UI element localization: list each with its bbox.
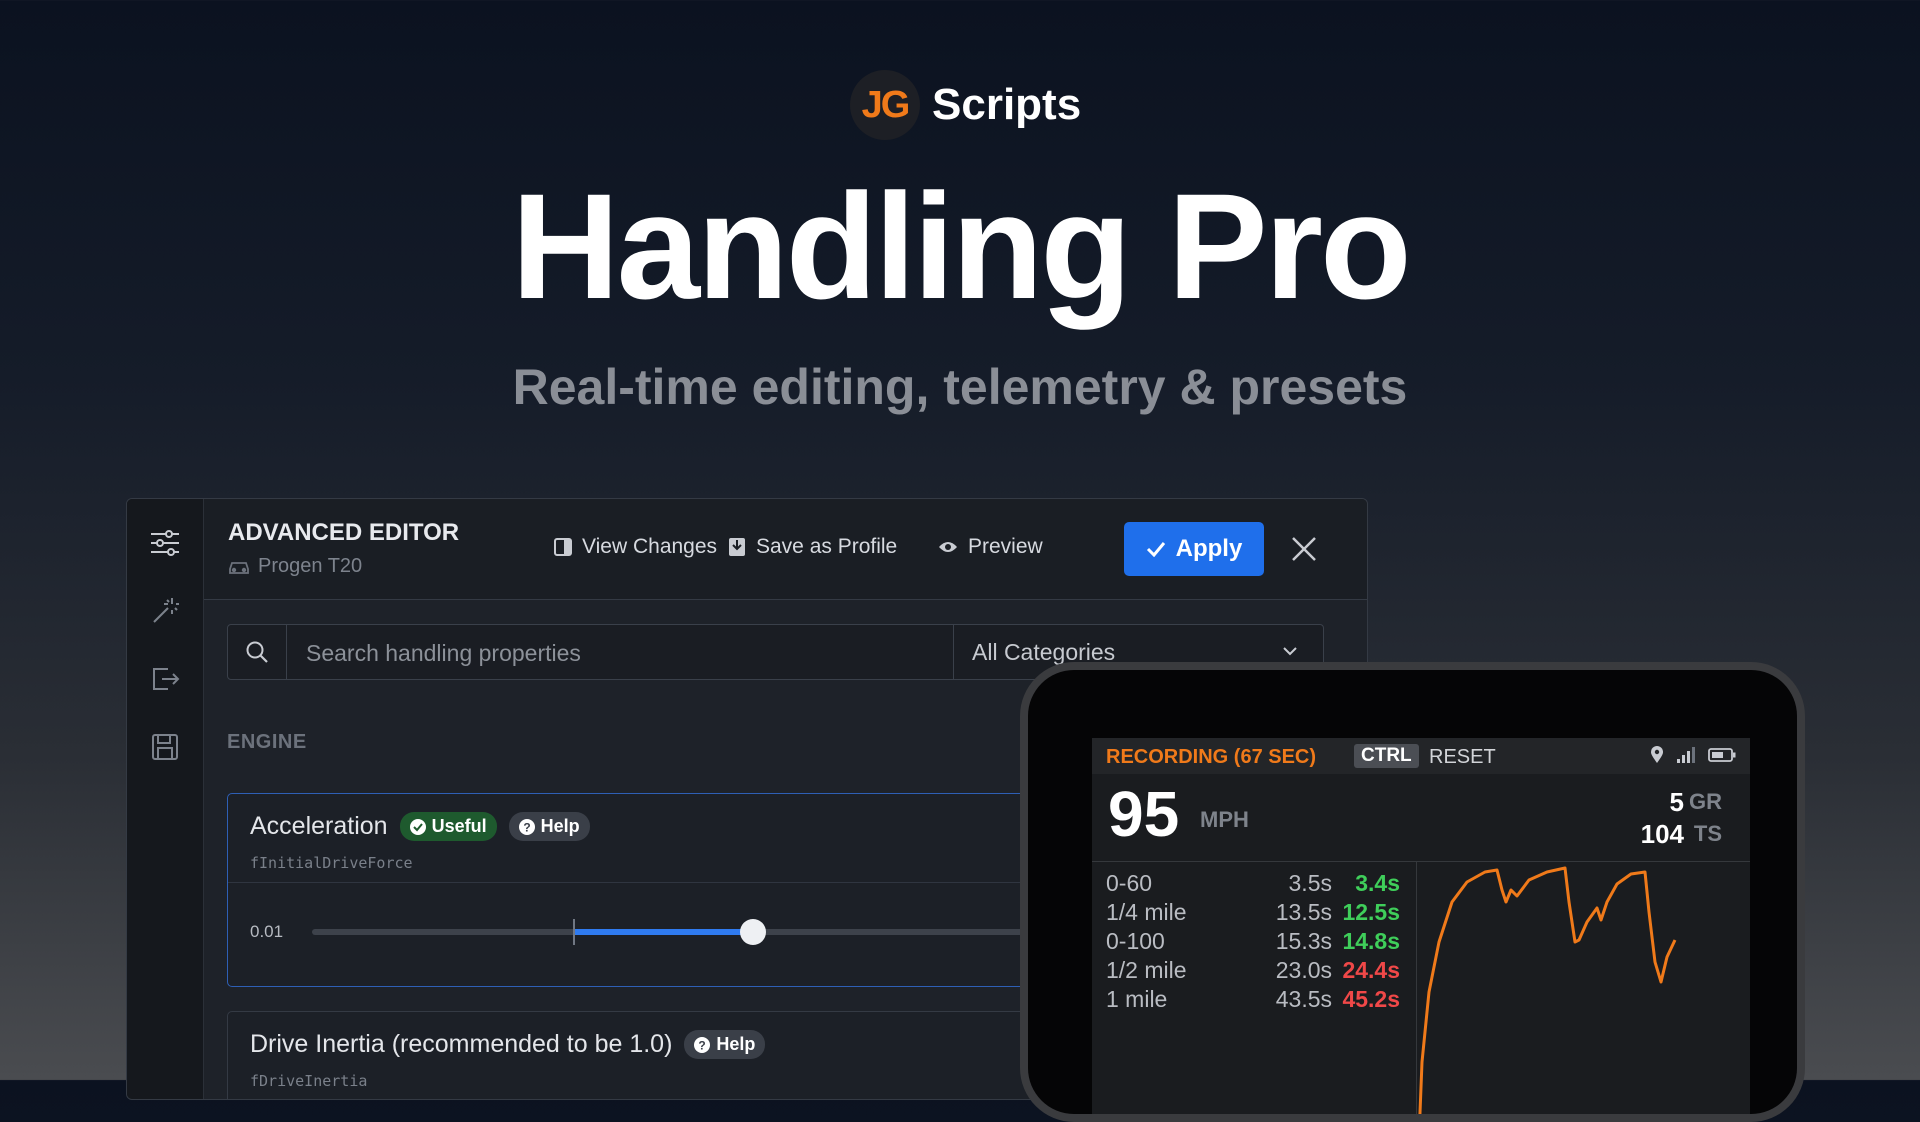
default-value-marker [573,919,575,945]
slider-thumb[interactable] [740,919,766,945]
help-badge-label: Help [540,816,580,836]
split-time-row: 1 mile 43.5s 45.2s [1106,986,1406,1018]
svg-text:?: ? [523,820,530,834]
eye-icon [939,542,957,552]
editor-header: ADVANCED EDITOR Progen T20 View Changes … [204,499,1367,600]
property-name: Drive Inertia (recommended to be 1.0) [250,1030,673,1058]
car-icon [229,561,249,574]
close-button[interactable] [1284,529,1324,569]
logo-mark-text: JG [861,83,911,126]
split-current-time: 12.5s [1342,899,1400,925]
section-heading: ENGINE [227,731,307,753]
split-times-list: 0-60 3.5s 3.4s 1/4 mile 13.5s 12.5s 0-100 15.3s… [1092,862,1417,1114]
split-reference-time: 3.5s [1288,870,1332,896]
speed-value: 95 [1108,778,1180,850]
split-label: 1/4 mile [1106,899,1187,925]
speed-trace-graph [1418,866,1677,1114]
vehicle-label: Progen T20 [228,555,362,578]
sliders-icon[interactable] [147,525,183,561]
brand-name: Scripts [932,80,1082,129]
help-badge[interactable]: ? Help [684,1030,766,1059]
device-bezel: RECORDING (67 SEC) CTRL RESET 95 MPH 5 G… [1028,670,1797,1114]
editor-title: ADVANCED EDITOR [228,519,460,546]
status-icons [1650,746,1736,764]
telemetry-screen: RECORDING (67 SEC) CTRL RESET 95 MPH 5 G… [1092,738,1750,1114]
property-title: Drive Inertia (recommended to be 1.0) ? … [250,1030,766,1059]
split-label: 0-100 [1106,928,1165,954]
property-name: Acceleration [250,812,388,840]
top-speed-label: TS [1693,821,1722,846]
useful-badge-label: Useful [431,816,487,836]
top-speed-value: 104 [1640,819,1684,849]
question-icon: ? [694,1036,711,1053]
check-circle-icon [409,818,426,835]
export-icon[interactable] [147,661,183,697]
split-reference-time: 15.3s [1275,928,1332,954]
help-badge-label: Help [716,1034,756,1054]
slider-fill [573,929,753,935]
hero-title: Handling Pro [511,162,1411,330]
help-badge[interactable]: ? Help [508,812,590,841]
split-time-row: 1/4 mile 13.5s 12.5s [1106,899,1406,931]
reset-label[interactable]: RESET [1429,746,1496,769]
close-icon [1292,537,1316,561]
split-reference-time: 43.5s [1275,986,1332,1012]
ctrl-key-badge: CTRL [1354,744,1419,768]
split-reference-time: 13.5s [1275,899,1332,925]
apply-label: Apply [1175,535,1243,562]
apply-button[interactable]: Apply [1124,522,1264,576]
preview-label: Preview [968,535,1043,558]
view-changes-button[interactable]: View Changes [554,535,717,559]
split-current-time: 3.4s [1355,870,1400,896]
panel-icon [554,538,572,556]
property-title: Acceleration Useful ? Help [250,812,590,841]
split-current-time: 24.4s [1342,957,1400,983]
speed-panel: 95 MPH 5 GR 104 TS [1092,775,1750,862]
battery-icon [1708,748,1736,762]
chevron-down-icon [1283,647,1297,656]
recording-status: RECORDING (67 SEC) [1106,746,1317,768]
hero-subtitle: Real-time editing, telemetry & presets [512,359,1408,415]
speed-unit: MPH [1200,807,1249,832]
speed-trace-line [1418,866,1677,1114]
split-current-time: 14.8s [1342,928,1400,954]
gear-label: GR [1689,789,1722,814]
sidebar-rail [127,499,204,1099]
property-code: fInitialDriveForce [250,854,413,872]
svg-text:?: ? [699,1038,706,1052]
telemetry-device: RECORDING (67 SEC) CTRL RESET 95 MPH 5 G… [1020,662,1805,1122]
preview-button[interactable]: Preview [938,535,1043,559]
view-changes-label: View Changes [582,535,718,558]
property-code: fDriveInertia [250,1072,368,1090]
location-pin-icon [1651,746,1663,763]
brand-logo: JG Scripts [850,70,1081,140]
download-icon [729,538,745,556]
split-label: 1 mile [1106,986,1168,1012]
magic-wand-icon[interactable] [147,593,183,629]
slider-min-label: 0.01 [250,922,284,941]
save-icon[interactable] [147,729,183,765]
useful-badge: Useful [399,812,497,841]
save-as-profile-label: Save as Profile [756,535,898,558]
split-time-row: 0-100 15.3s 14.8s [1106,928,1406,960]
save-as-profile-button[interactable]: Save as Profile [728,535,897,559]
split-time-row: 0-60 3.5s 3.4s [1106,870,1406,902]
check-icon [1146,542,1165,557]
signal-icon [1677,747,1695,763]
split-reference-time: 23.0s [1275,957,1332,983]
search-input[interactable] [288,625,1033,681]
split-label: 1/2 mile [1106,957,1187,983]
question-icon: ? [518,818,535,835]
split-time-row: 1/2 mile 23.0s 24.4s [1106,957,1406,989]
split-current-time: 45.2s [1342,986,1400,1012]
gear-value: 5 [1669,787,1684,817]
split-label: 0-60 [1106,870,1153,896]
search-icon[interactable] [228,625,287,679]
telemetry-status-bar: RECORDING (67 SEC) CTRL RESET [1092,738,1750,774]
vehicle-name: Progen T20 [258,555,363,577]
logo-mark: JG [850,70,920,140]
